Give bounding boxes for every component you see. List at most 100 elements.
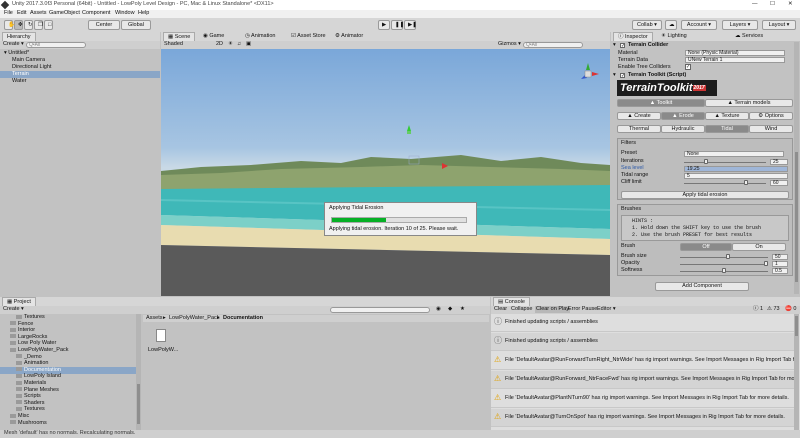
- menu-gameobject[interactable]: GameObject: [49, 10, 80, 17]
- mode-texture-button[interactable]: ▲ Texture: [705, 112, 749, 120]
- file-item[interactable]: LowPolyW...: [148, 329, 178, 359]
- menu-file[interactable]: File: [4, 10, 13, 17]
- step-button[interactable]: ▶❚: [404, 20, 417, 30]
- console-scroll-thumb[interactable]: [795, 316, 798, 336]
- hierarchy-item-terrain[interactable]: Terrain: [0, 71, 160, 78]
- scene-gizmo-icon[interactable]: [575, 61, 601, 87]
- rotate-tool-button[interactable]: ↻: [24, 20, 33, 30]
- toolkit-enabled-checkbox[interactable]: ✓: [620, 73, 625, 79]
- erosion-hydraulic-button[interactable]: Hydraulic: [661, 125, 705, 133]
- toolkit-header[interactable]: ▾ ✓ Terrain Toolkit (Script): [611, 72, 793, 79]
- gizmos-dropdown[interactable]: Gizmos ▾: [498, 41, 521, 48]
- tab-asset-store[interactable]: ☑ Asset Store: [287, 32, 330, 41]
- cliff-limit-field[interactable]: 60: [770, 180, 788, 186]
- light-toggle-icon[interactable]: ☀: [228, 41, 233, 48]
- sea-level-field[interactable]: 19.25: [684, 166, 788, 172]
- menu-assets[interactable]: Assets: [30, 10, 47, 17]
- tab-lighting[interactable]: ☀ Lighting: [657, 32, 691, 41]
- console-entry[interactable]: ⚠ File 'DefaultAvatar@TurnOnSpot' has rig…: [491, 409, 794, 427]
- console-entry[interactable]: ⚠ File 'DefaultAvatar@PlantNTurn90' has r…: [491, 390, 794, 408]
- tab-inspector[interactable]: ⓘ Inspector: [613, 32, 653, 41]
- effects-toggle-icon[interactable]: ▣: [246, 41, 251, 48]
- tab-console[interactable]: ▤ Console: [493, 297, 530, 306]
- brush-size-slider[interactable]: [680, 257, 768, 258]
- add-component-button[interactable]: Add Component: [655, 282, 749, 291]
- scene-root[interactable]: ▾ Untitled*: [0, 50, 160, 57]
- preset-dropdown[interactable]: None: [684, 151, 784, 157]
- close-button[interactable]: ✕: [788, 1, 793, 8]
- collider-enabled-checkbox[interactable]: ✓: [620, 43, 625, 49]
- mode-options-button[interactable]: ⚙ Options: [749, 112, 793, 120]
- iterations-field[interactable]: 25: [770, 159, 788, 165]
- hand-tool-button[interactable]: ✋: [4, 20, 15, 30]
- erosion-thermal-button[interactable]: Thermal: [617, 125, 661, 133]
- brush-on-button[interactable]: On: [732, 243, 786, 251]
- minimize-button[interactable]: —: [752, 1, 758, 8]
- cliff-limit-slider[interactable]: [684, 183, 766, 184]
- menu-edit[interactable]: Edit: [17, 10, 26, 17]
- terrain-collider-header[interactable]: ▾ ✓ Terrain Collider: [611, 42, 793, 49]
- filter-label-icon[interactable]: ◆: [448, 306, 452, 313]
- pivot-global-button[interactable]: Global: [121, 20, 151, 30]
- tab-project[interactable]: ▦ Project: [2, 297, 36, 306]
- brush-size-field[interactable]: 50: [772, 254, 788, 260]
- hierarchy-item-directional-light[interactable]: Directional Light: [0, 64, 160, 71]
- brush-size-knob[interactable]: [726, 254, 730, 259]
- toolkit-expand-icon[interactable]: ▾: [613, 72, 616, 79]
- console-entry[interactable]: ⚠ File 'DefaultAvatar@RunForwardTurnRight…: [491, 352, 794, 370]
- scene-search-input[interactable]: Q•All: [523, 42, 583, 48]
- iterations-knob[interactable]: [704, 159, 708, 164]
- tab-scene[interactable]: ▦ Scene: [163, 32, 196, 41]
- console-entry[interactable]: ⓘ Finished updating scripts / assemblies: [491, 314, 794, 332]
- collider-expand-icon[interactable]: ▾: [613, 42, 616, 49]
- terrain-data-field[interactable]: UNew Terrain 1: [685, 57, 785, 63]
- tab-animator[interactable]: ⚙ Animator: [331, 32, 367, 41]
- hierarchy-item-main-camera[interactable]: Main Camera: [0, 57, 160, 64]
- menu-component[interactable]: Component: [82, 10, 110, 17]
- scene-viewport[interactable]: Applying Tidal Erosion Applying tidal er…: [161, 49, 610, 296]
- inspector-scrollbar[interactable]: [794, 42, 799, 294]
- console-clear-button[interactable]: Clear: [494, 306, 507, 313]
- erosion-wind-button[interactable]: Wind: [749, 125, 793, 133]
- console-error-toggle[interactable]: ⛔ 0: [785, 306, 796, 313]
- scale-tool-button[interactable]: ❒: [34, 20, 43, 30]
- inspector-scroll-thumb[interactable]: [795, 152, 798, 282]
- hierarchy-search-input[interactable]: Q•All: [26, 42, 86, 48]
- terrain-models-tab-button[interactable]: ▲ Terrain models: [705, 99, 793, 107]
- brush-off-button[interactable]: Off: [680, 243, 732, 251]
- maximize-button[interactable]: ☐: [770, 1, 775, 8]
- layers-dropdown[interactable]: Layers ▾: [722, 20, 758, 30]
- softness-field[interactable]: 0.5: [772, 268, 788, 274]
- mode-erode-button[interactable]: ▲ Erode: [661, 112, 705, 120]
- project-tree-scroll-thumb[interactable]: [137, 384, 140, 424]
- material-field[interactable]: None (Physic Material): [685, 50, 785, 56]
- favorite-icon[interactable]: ★: [460, 306, 465, 313]
- collab-button[interactable]: Collab ▾: [632, 20, 662, 30]
- tab-services[interactable]: ☁ Services: [731, 32, 767, 41]
- shading-dropdown[interactable]: Shaded: [164, 41, 183, 48]
- enable-tree-colliders-checkbox[interactable]: ✓: [685, 64, 691, 70]
- breadcrumb-assets[interactable]: Assets: [146, 315, 163, 322]
- tab-hierarchy[interactable]: Hierarchy: [2, 32, 36, 41]
- breadcrumb-documentation[interactable]: Documentation: [223, 315, 263, 322]
- hierarchy-create-button[interactable]: Create ▾: [3, 41, 24, 48]
- pause-button[interactable]: ❚❚: [391, 20, 404, 30]
- menu-help[interactable]: Help: [138, 10, 149, 17]
- tab-animation[interactable]: ◷ Animation: [241, 32, 280, 41]
- console-info-toggle[interactable]: ⓘ 1: [753, 306, 763, 313]
- filter-type-icon[interactable]: ◉: [436, 306, 441, 313]
- console-collapse-button[interactable]: Collapse: [511, 306, 532, 313]
- opacity-slider[interactable]: [680, 264, 768, 265]
- mode-create-button[interactable]: ▲ Create: [617, 112, 661, 120]
- play-button[interactable]: ▶: [378, 20, 390, 30]
- breadcrumb-pack[interactable]: LowPolyWater_Pack: [169, 315, 220, 322]
- project-search-input[interactable]: [330, 307, 430, 313]
- console-editor-dropdown[interactable]: Editor ▾: [597, 306, 616, 313]
- move-tool-button[interactable]: ✥: [14, 20, 23, 30]
- hierarchy-item-water[interactable]: Water: [0, 78, 160, 85]
- console-entry[interactable]: ⚠ File 'DefaultAvatar@RunForward_NtrFaceF…: [491, 371, 794, 389]
- console-entry[interactable]: ⓘ Finished updating scripts / assemblies: [491, 333, 794, 351]
- iterations-slider[interactable]: [684, 162, 766, 163]
- console-scrollbar[interactable]: [794, 314, 799, 430]
- mode-2d-toggle[interactable]: 2D: [216, 41, 223, 48]
